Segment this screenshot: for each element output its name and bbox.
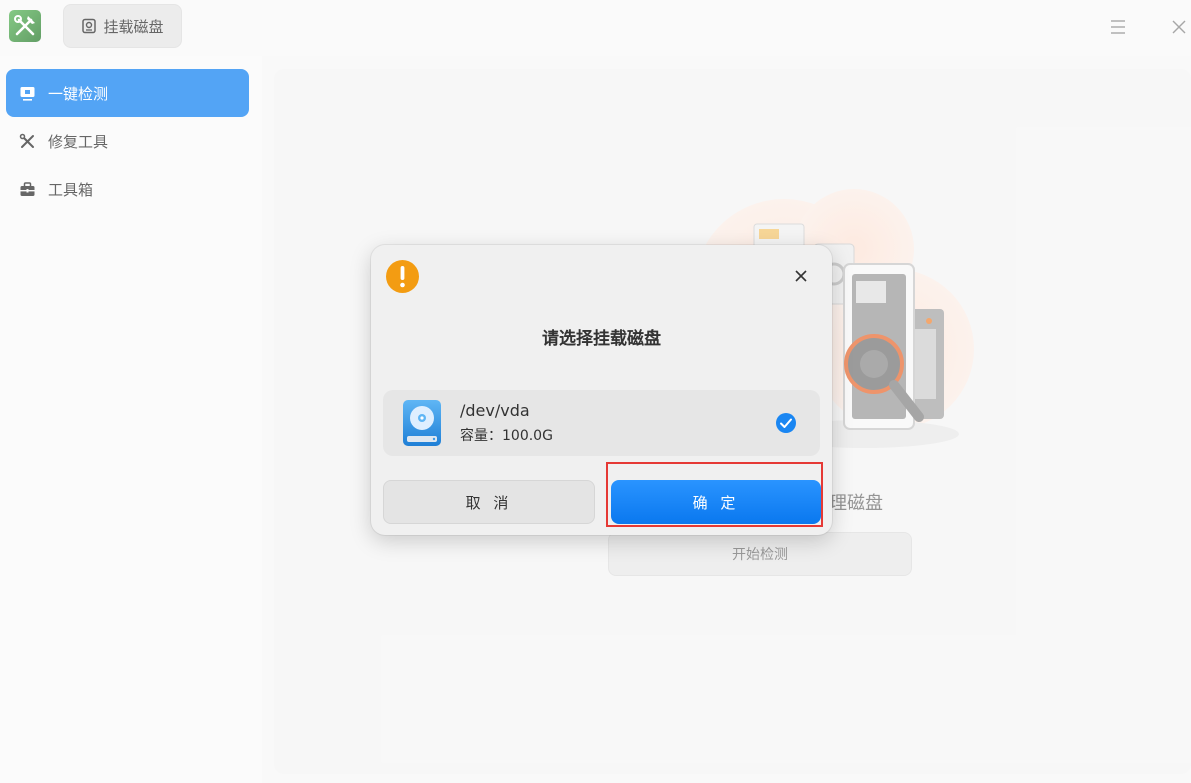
checkmark-icon[interactable]: [775, 412, 797, 434]
disk-name: /dev/vda: [460, 401, 530, 420]
disk-list-item[interactable]: /dev/vda 容量：100.0G: [383, 390, 820, 456]
dialog-close-icon[interactable]: [790, 265, 812, 287]
confirm-button[interactable]: 确 定: [611, 480, 821, 524]
select-disk-dialog: 请选择挂载磁盘 /dev/vda 容量：100.0G 取 消 确 定: [371, 245, 832, 535]
disk-capacity: 容量：100.0G: [460, 428, 553, 444]
dialog-title: 请选择挂载磁盘: [542, 329, 661, 349]
hard-disk-icon: [403, 400, 441, 446]
cancel-button[interactable]: 取 消: [383, 480, 595, 524]
warning-icon: [386, 260, 419, 293]
